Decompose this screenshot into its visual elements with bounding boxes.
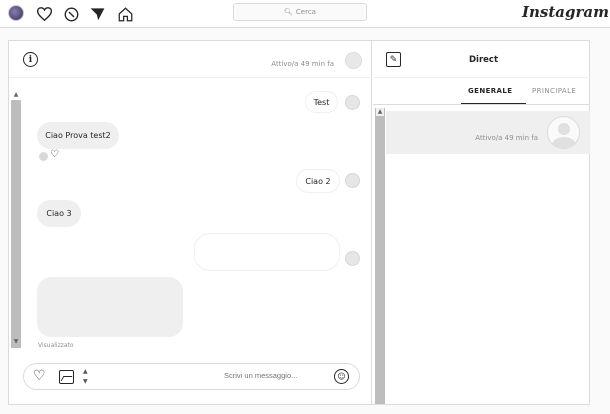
conversation-scrollbar[interactable] [11, 100, 21, 348]
conversation-avatar[interactable] [345, 52, 362, 69]
message-text: Test [313, 97, 330, 107]
thread-avatar [547, 116, 580, 149]
conversation-status: Attivo/a 49 min fa [271, 60, 334, 68]
message-bubble[interactable] [194, 233, 340, 271]
seen-indicator: Visualizzato [38, 342, 74, 349]
conversation-header: i Attivo/a 49 min fa [9, 41, 372, 78]
message-input[interactable] [224, 371, 321, 380]
info-icon[interactable]: i [23, 52, 38, 67]
like-heart-icon[interactable]: ♡ [33, 369, 46, 384]
message-text: Ciao 2 [305, 176, 331, 186]
message-bubble[interactable]: Ciao Prova test2 [37, 122, 119, 149]
spinner-arrows-icon[interactable]: ▲ ▼ [83, 367, 88, 387]
sender-avatar [345, 95, 360, 110]
gallery-icon[interactable] [59, 370, 74, 384]
scroll-up-arrow[interactable]: ▲ [12, 91, 20, 99]
profile-avatar[interactable] [8, 5, 24, 21]
message-text: Ciao 3 [46, 209, 72, 218]
inbox-scrollbar[interactable] [375, 108, 385, 404]
conversation-panel: i Attivo/a 49 min fa ▲ ▼ Test Ciao Prova… [9, 41, 372, 404]
tab-generale[interactable]: GENERALE [468, 87, 512, 95]
search-placeholder: Cerca [295, 8, 316, 16]
message-bubble[interactable]: Ciao 3 [37, 200, 81, 227]
explore-icon[interactable] [61, 4, 81, 24]
instagram-logo[interactable]: Instagram [522, 3, 609, 21]
message-bubble[interactable]: Test [305, 91, 338, 113]
thread-item[interactable]: Attivo/a 49 min fa [386, 111, 590, 154]
scroll-down-arrow[interactable]: ▼ [12, 338, 20, 346]
emoji-icon[interactable]: ☺ [334, 369, 349, 384]
thread-status: Attivo/a 49 min fa [475, 134, 538, 142]
sender-avatar [345, 173, 360, 188]
inbox-header: ✎ Direct [373, 41, 590, 78]
heart-icon[interactable] [34, 4, 54, 24]
media-message[interactable] [37, 277, 183, 337]
top-navigation-bar: 🔍︎ Cerca Instagram [0, 0, 610, 28]
search-input[interactable]: 🔍︎ Cerca [233, 3, 367, 21]
new-message-icon[interactable]: ✎ [386, 52, 401, 67]
search-icon: 🔍︎ [284, 8, 293, 16]
direct-messages-window: i Attivo/a 49 min fa ▲ ▼ Test Ciao Prova… [8, 40, 590, 405]
sender-avatar [345, 251, 360, 266]
direct-icon[interactable] [87, 4, 107, 24]
tab-principale[interactable]: PRINCIPALE [532, 87, 576, 95]
inbox-tabs: GENERALE PRINCIPALE [373, 81, 590, 105]
reaction-heart-icon: ♡ [50, 149, 59, 160]
active-tab-indicator [461, 103, 526, 104]
home-icon[interactable] [115, 4, 135, 24]
message-text: Ciao Prova test2 [45, 131, 111, 140]
message-composer: ♡ ▲▼ ☺ [23, 363, 360, 390]
message-bubble[interactable]: Ciao 2 [296, 169, 340, 193]
inbox-panel: ✎ Direct GENERALE PRINCIPALE ▲ Attivo/a … [373, 41, 590, 404]
inbox-title: Direct [469, 55, 499, 65]
inbox-scroll-up-arrow[interactable]: ▲ [376, 108, 384, 116]
reaction-avatar [39, 152, 48, 161]
